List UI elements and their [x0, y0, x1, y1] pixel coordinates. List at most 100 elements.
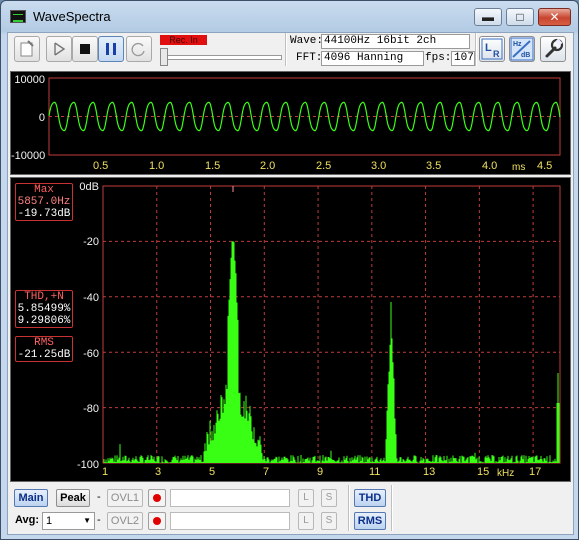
avg-value: 1	[46, 515, 53, 527]
rms-readout: RMS -21.25dB	[15, 336, 73, 362]
dash-separator: -	[97, 491, 101, 503]
settings-button[interactable]	[540, 36, 566, 62]
wave-trace	[48, 101, 561, 132]
wave-x-label: 4.5	[537, 160, 553, 172]
stop-icon	[80, 44, 90, 54]
fft-label: FFT:	[296, 52, 323, 64]
ovl1-filename-field[interactable]	[170, 489, 290, 507]
chevron-down-icon: ▼	[83, 516, 91, 525]
avg-select[interactable]: 1 ▼	[42, 512, 95, 530]
position-slider-track[interactable]	[160, 55, 282, 60]
svg-text:Hz: Hz	[513, 41, 522, 48]
wave-x-label: 3.5	[426, 160, 442, 172]
waveform-panel[interactable]: 10000 0 -10000 0.5 1.0 1.5 2.0 2.5 3.0 3…	[10, 71, 571, 175]
maximize-button[interactable]: □	[506, 8, 534, 26]
loop-button[interactable]	[126, 36, 152, 62]
ovl2-filename-field[interactable]	[170, 512, 290, 530]
bottom-separator	[348, 485, 350, 531]
wave-x-label: 0.5	[93, 160, 109, 172]
spec-y-label: -100	[76, 459, 99, 471]
max-readout-title: Max	[34, 184, 54, 196]
fps-label: fps:	[425, 52, 452, 64]
wave-y-label-bottom: -10000	[11, 150, 46, 162]
channel-lr-button[interactable]: L R	[479, 36, 505, 62]
spec-x-label: 1	[102, 466, 109, 478]
wrench-icon	[545, 38, 564, 58]
ovl2-record-button[interactable]	[148, 512, 166, 530]
main-button[interactable]: Main	[14, 489, 48, 507]
title-bar[interactable]: WaveSpectra ▬ □ ✕	[1, 1, 578, 31]
minimize-button[interactable]: ▬	[474, 8, 502, 26]
maximize-icon: □	[516, 10, 524, 24]
spec-x-label: 15	[477, 466, 490, 478]
thd-readout: THD,+N 5.85499% 9.29806%	[15, 290, 73, 328]
thd-readout-value-2: 9.29806%	[17, 315, 71, 327]
hz-db-settings-button[interactable]: Hz dB	[509, 36, 535, 62]
spec-x-label: 13	[423, 466, 436, 478]
spec-y-label: -80	[83, 403, 99, 415]
rms-button[interactable]: RMS	[354, 512, 386, 530]
app-icon	[10, 10, 26, 23]
ovl2-button[interactable]: OVL2	[107, 512, 143, 530]
wave-x-label: 4.0	[482, 160, 498, 172]
bottom-control-bar: Main Peak - OVL1 L S Avg: 1 ▼ - OVL2 L S…	[8, 483, 573, 533]
hz-db-icon: Hz dB	[510, 37, 534, 61]
wave-y-label-top: 10000	[14, 74, 45, 86]
thd-button[interactable]: THD	[354, 489, 386, 507]
toolbar-separator-2	[475, 33, 477, 66]
spectrum-panel[interactable]: 0dB -20 -40 -60 -80 -100 1 3 5 7 9 11 13…	[10, 177, 571, 482]
wave-x-label: 3.0	[371, 160, 387, 172]
spec-x-label: 11	[369, 466, 381, 478]
wave-x-label: 2.0	[260, 160, 276, 172]
play-icon	[54, 42, 66, 56]
dash-separator: -	[97, 514, 101, 526]
open-file-button[interactable]	[14, 36, 40, 62]
wave-x-label: 1.5	[205, 160, 221, 172]
max-readout-frequency: 5857.0Hz	[17, 196, 71, 208]
fps-value: 107	[451, 51, 475, 66]
avg-label: Avg:	[15, 514, 40, 526]
rms-readout-value: -21.25dB	[17, 349, 71, 361]
svg-text:R: R	[493, 49, 500, 59]
window-title: WaveSpectra	[33, 9, 111, 24]
app-window: WaveSpectra ▬ □ ✕ Rec. In Wave: 44100Hz …	[0, 0, 579, 540]
ovl2-load-button[interactable]: L	[298, 512, 314, 530]
ovl1-record-button[interactable]	[148, 489, 166, 507]
ovl2-save-button[interactable]: S	[321, 512, 337, 530]
wave-label: Wave:	[290, 35, 324, 47]
spec-x-label: 17	[529, 466, 542, 478]
wave-format-field: 44100Hz 16bit 2ch	[321, 34, 470, 49]
open-file-icon	[20, 40, 34, 57]
max-readout-level: -19.73dB	[17, 208, 71, 220]
close-button[interactable]: ✕	[538, 8, 571, 26]
position-slider-thumb[interactable]	[160, 48, 168, 66]
toolbar: Rec. In Wave: 44100Hz 16bit 2ch FFT: 409…	[8, 33, 573, 69]
fft-setting-field: 4096 Hanning	[321, 51, 424, 66]
spec-x-label: 9	[317, 466, 324, 478]
bottom-separator-2	[391, 485, 393, 531]
spec-plot-frame	[102, 185, 561, 464]
wave-y-label-mid: 0	[38, 112, 45, 124]
toolbar-separator	[285, 33, 287, 66]
peak-button[interactable]: Peak	[56, 489, 90, 507]
rec-in-indicator: Rec. In	[160, 35, 207, 45]
wave-x-label: 2.5	[316, 160, 332, 172]
pause-button[interactable]	[98, 36, 124, 62]
pause-icon	[106, 43, 116, 55]
thd-readout-value-1: 5.85499%	[17, 303, 71, 315]
play-button[interactable]	[46, 36, 72, 62]
wave-x-unit: ms	[512, 162, 526, 173]
spectrum-plot	[102, 185, 561, 464]
waveform-plot	[48, 77, 561, 156]
rms-readout-title: RMS	[34, 337, 54, 349]
ovl1-load-button[interactable]: L	[298, 489, 314, 507]
stop-button[interactable]	[72, 36, 98, 62]
spec-x-label: 7	[263, 466, 270, 478]
client-area: Rec. In Wave: 44100Hz 16bit 2ch FFT: 409…	[7, 32, 574, 535]
ovl1-save-button[interactable]: S	[321, 489, 337, 507]
ovl1-button[interactable]: OVL1	[107, 489, 143, 507]
minimize-icon: ▬	[482, 10, 494, 24]
svg-text:dB: dB	[521, 52, 530, 59]
wave-x-label: 1.0	[149, 160, 165, 172]
channel-lr-icon: L R	[481, 38, 503, 60]
